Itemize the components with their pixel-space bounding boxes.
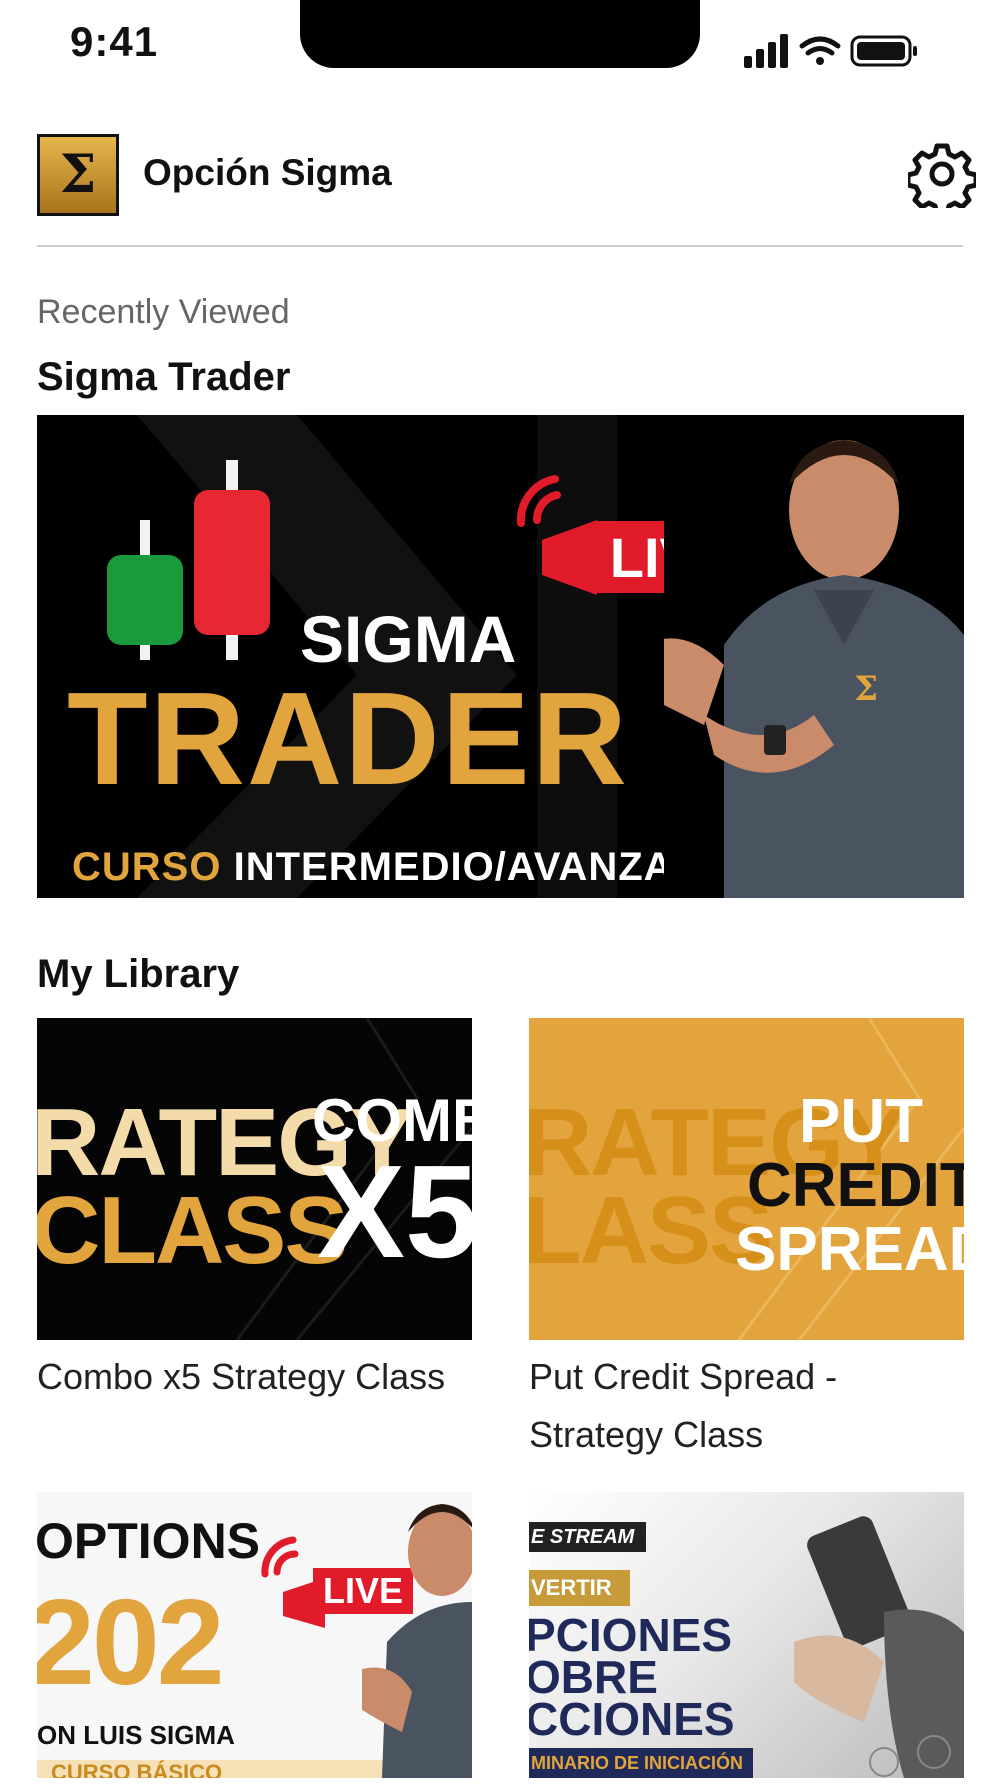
candlestick-icon — [107, 460, 270, 660]
library-title: My Library — [37, 952, 240, 996]
gear-icon — [905, 143, 979, 217]
thumb-text-x5: X5 — [317, 1138, 472, 1285]
status-time: 9:41 — [70, 18, 159, 65]
hero-word-trader: TRADER — [67, 665, 629, 812]
course-thumbnail[interactable]: OPTIONS 202 ON LUIS SIGMA CURSO BÁSICO L… — [37, 1492, 472, 1778]
svg-text:Σ: Σ — [854, 669, 878, 709]
thumb-text-l3: CCIONES — [529, 1693, 735, 1745]
app-title: Opción Sigma — [143, 152, 392, 193]
thumb-text-seminar: MINARIO DE INICIACIÓN — [529, 1748, 754, 1778]
settings-button[interactable] — [905, 140, 979, 217]
broadcast-icon — [516, 475, 597, 595]
app-header: Σ Opción Sigma — [0, 120, 1000, 250]
thumb-text-spread: SPREAD — [735, 1215, 964, 1284]
thumb-text-credit: CREDIT — [747, 1151, 964, 1220]
thumb-text-tag: VERTIR — [529, 1570, 630, 1606]
library-item[interactable]: OPTIONS 202 ON LUIS SIGMA CURSO BÁSICO L… — [37, 1492, 472, 1786]
battery-icon — [850, 35, 917, 67]
signal-icon — [744, 34, 788, 68]
hero-subtitle-gold: CURSO — [72, 845, 222, 889]
thumb-text-options: OPTIONS — [37, 1513, 261, 1569]
course-thumbnail[interactable]: E STREAM VERTIR PCIONES OBRE CCIONES MIN… — [529, 1492, 964, 1778]
recent-course-thumbnail[interactable]: SIGMA TRADER CURSO INTERMEDIO/AVANZADO L… — [37, 415, 964, 898]
library-item[interactable]: RATEGY LASS PUT CREDIT SPREAD Put Credit… — [529, 1018, 964, 1464]
status-icons — [730, 30, 930, 70]
phone-hands-image — [794, 1516, 964, 1778]
thumb-text-class: CLASS — [37, 1177, 348, 1284]
app-logo[interactable]: Σ — [37, 134, 119, 216]
course-thumbnail[interactable]: RATEGY CLASS COMB X5 — [37, 1018, 472, 1340]
thumb-text-202: 202 — [37, 1574, 225, 1710]
logo-sigma: Σ — [59, 144, 97, 205]
thumb-text-put: PUT — [799, 1087, 923, 1156]
course-title[interactable]: Put Credit Spread - Strategy Class — [529, 1348, 964, 1464]
thumb-text-presenter: ON LUIS SIGMA — [37, 1720, 235, 1750]
library-item[interactable]: RATEGY CLASS COMB X5 Combo x5 Strategy C… — [37, 1018, 472, 1406]
library-item[interactable]: E STREAM VERTIR PCIONES OBRE CCIONES MIN… — [529, 1492, 964, 1786]
hero-subtitle: CURSO INTERMEDIO/AVANZADO — [72, 845, 736, 890]
recent-course-title[interactable]: Sigma Trader — [37, 355, 290, 400]
status-bar: 9:41 — [0, 0, 1000, 100]
wifi-icon — [799, 36, 841, 65]
device-notch — [300, 0, 700, 68]
presenter-image: Σ — [664, 415, 964, 898]
course-thumbnail[interactable]: RATEGY LASS PUT CREDIT SPREAD — [529, 1018, 964, 1340]
thumb-text-stream: E STREAM — [529, 1522, 647, 1552]
presenter-image — [362, 1504, 472, 1778]
recently-viewed-label: Recently Viewed — [37, 293, 290, 331]
course-title[interactable]: Combo x5 Strategy Class — [37, 1348, 472, 1406]
hero-subtitle-white: INTERMEDIO/AVANZADO — [233, 845, 736, 889]
header-divider — [37, 245, 963, 247]
